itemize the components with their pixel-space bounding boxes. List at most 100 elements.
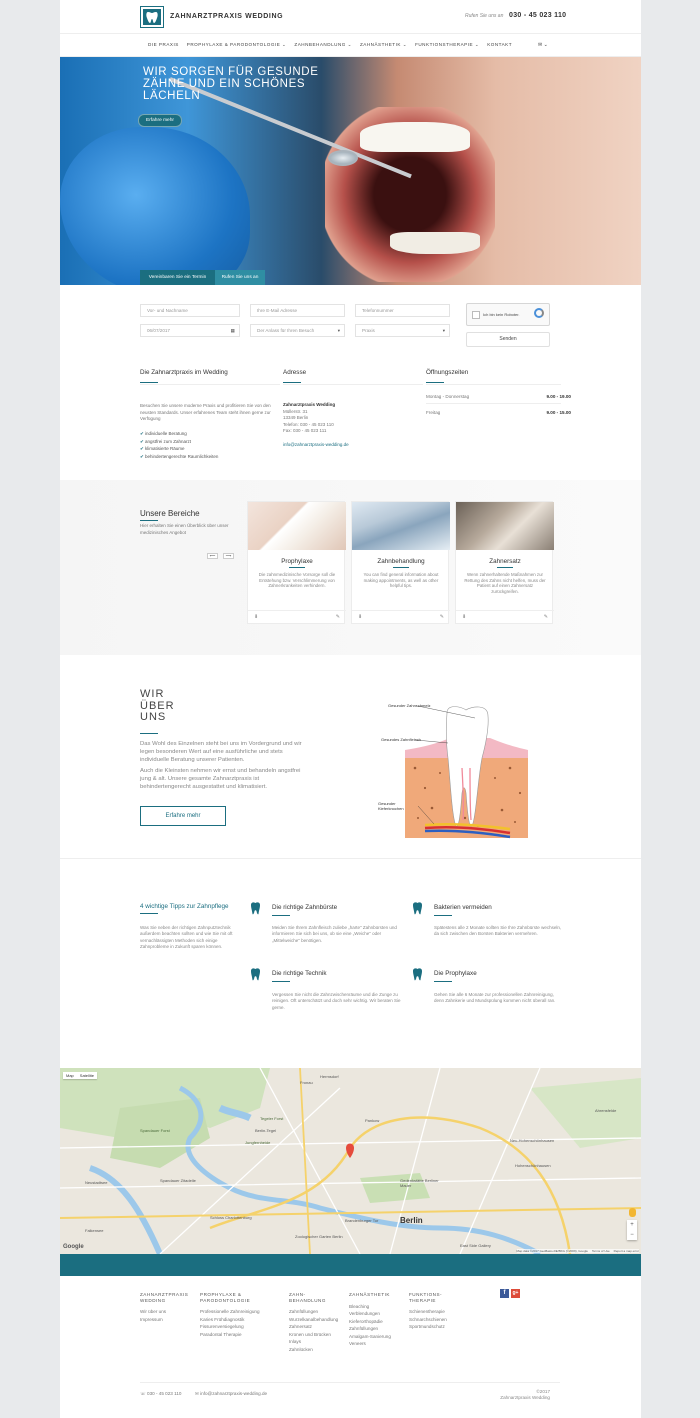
footer-link[interactable]: Fissurenversiegelung (200, 1323, 275, 1331)
diagram-label: Gesundes Zahnfleisch (381, 737, 421, 742)
logo-icon[interactable] (141, 7, 163, 27)
mail-icon[interactable]: ✉ ⌄ (538, 42, 548, 48)
date-input[interactable]: 06/07/2017 ▦ (140, 324, 240, 337)
pegman-icon[interactable] (629, 1208, 636, 1217)
footer-link[interactable]: Schnarchschienen (409, 1316, 464, 1324)
map-tab-satellite[interactable]: Satellite (80, 1073, 94, 1078)
nav-item-praxis[interactable]: Die Praxis (144, 42, 183, 48)
footer-link[interactable]: Paradontal Therapie (200, 1331, 275, 1339)
map-type-control[interactable]: Map Satellite (63, 1072, 98, 1079)
tab-appointment[interactable]: Vereinbaren Sie ein Termin (140, 270, 215, 285)
map-label: Spandauer Zitadelle (160, 1178, 196, 1183)
reason-select[interactable]: Der Anlass für Ihren Besuch ▾ (250, 324, 345, 337)
footer-list: Zahnfüllungen Wurzelkanalbehandlung Zahn… (289, 1308, 344, 1353)
nav-item-prophylaxe[interactable]: Prophylaxe & Parodontologie ⌄ (183, 42, 291, 48)
footer-link[interactable]: Verblendungen (349, 1310, 404, 1318)
edit-icon[interactable]: ✎ (544, 614, 548, 620)
download-icon[interactable]: ⬇ (254, 614, 258, 620)
zoom-out-button[interactable]: − (627, 1230, 637, 1240)
header-phone[interactable]: 030 - 45 023 110 (509, 12, 566, 19)
footer-link[interactable]: Inlays (289, 1338, 344, 1346)
chevron-down-icon: ▾ (442, 328, 445, 333)
footer-email[interactable]: ✉ info@zahnarztpraxis-wedding.de (195, 1391, 267, 1397)
card-image (456, 502, 554, 550)
terms-link[interactable]: Terms of Use (592, 1249, 610, 1253)
title-underline (140, 733, 158, 734)
footer-link[interactable]: Zahnersatz (289, 1323, 344, 1331)
footer-link[interactable]: Veneers (349, 1340, 404, 1348)
footer-link[interactable]: Kronen und Brücken (289, 1331, 344, 1339)
phone-input[interactable]: Telefonnummer (355, 304, 450, 317)
nav-item-kontakt[interactable]: Kontakt (483, 42, 516, 48)
download-icon[interactable]: ⬇ (462, 614, 466, 620)
google-plus-icon[interactable]: g+ (511, 1289, 520, 1298)
copyright: ©2017 Zahnarztpraxis Wedding (490, 1389, 550, 1401)
nav-item-zahnaesthetik[interactable]: Zahnästhetik ⌄ (356, 42, 411, 48)
about-paragraph: Auch die Kleinsten nehmen wir ernst und … (140, 768, 301, 790)
title-underline (497, 567, 513, 568)
recaptcha-label: Ich bin kein Roboter. (483, 312, 520, 317)
logo-text[interactable]: ZAHNARZTPRAXIS WEDDING (170, 13, 283, 20)
tooth-icon (251, 902, 260, 915)
service-card[interactable]: Prophylaxe Die zahnmedizinische Vorsorge… (247, 501, 346, 624)
tab-call[interactable]: Rufen Sie uns an (215, 270, 265, 285)
map-attribution: Map data ©2017 GeoBasis-DE/BKG (©2009), … (516, 1249, 639, 1253)
map-label: Tegeler Forst (260, 1116, 284, 1121)
service-card[interactable]: Zahnersatz Wenn zahnerhaltende Maßnahmen… (455, 501, 554, 624)
map-tab-map[interactable]: Map (66, 1073, 74, 1078)
facebook-icon[interactable]: f (500, 1289, 509, 1298)
footer-phone[interactable]: ☏ 030 - 45 023 110 (140, 1391, 181, 1397)
name-input[interactable]: Vor- und Nachname (140, 304, 240, 317)
nav-item-funktionstherapie[interactable]: Funktionstherapie ⌄ (411, 42, 483, 48)
footer-link[interactable]: Wir über uns (140, 1308, 188, 1316)
footer-link[interactable]: Impressum (140, 1316, 188, 1324)
footer-link[interactable]: Amalgam-Sanierung (349, 1333, 404, 1341)
footer-link[interactable]: Zahnlücken (289, 1346, 344, 1354)
service-card[interactable]: Zahnbehandlung You can find general info… (351, 501, 450, 624)
divider (426, 384, 561, 385)
footer-link[interactable]: Zahnfüllungen (289, 1308, 344, 1316)
next-arrow-button[interactable]: ⟶ (223, 553, 234, 559)
location-select[interactable]: Praxis ▾ (355, 324, 450, 337)
hero-button[interactable]: Erfahre mehr (138, 114, 182, 127)
footer-link[interactable]: Sportmundschutz (409, 1323, 464, 1331)
zoom-in-button[interactable]: + (627, 1220, 637, 1230)
card-text: Die zahnmedizinische Vorsorge soll die E… (258, 572, 336, 589)
map[interactable]: Map Satellite Tegeler Forst Spandauer Fo… (60, 1068, 641, 1254)
edit-icon[interactable]: ✎ (440, 614, 444, 620)
recaptcha[interactable]: Ich bin kein Roboter. (466, 303, 550, 326)
address-email-link[interactable]: info@zahnarztpraxis-wedding.de (283, 442, 413, 449)
send-button[interactable]: Senden (466, 332, 550, 347)
about-button[interactable]: Erfahre mehr (140, 806, 226, 826)
prev-arrow-button[interactable]: ⟵ (207, 553, 218, 559)
footer-link[interactable]: Bleaching (349, 1303, 404, 1311)
address-title: Adresse (283, 369, 307, 376)
map-label: Brandenburger Tor (345, 1218, 379, 1223)
download-icon[interactable]: ⬇ (358, 614, 362, 620)
recaptcha-checkbox[interactable] (472, 311, 480, 319)
divider (426, 403, 561, 404)
email-input[interactable]: Ihre E-Mail Adresse (250, 304, 345, 317)
footer-link[interactable]: Karies Frühdiagnostik (200, 1316, 275, 1324)
footer-link[interactable]: Wurzelkanalbehandlung (289, 1316, 344, 1324)
map-label: Fronau (300, 1080, 313, 1085)
hours-day: Freitag (426, 410, 441, 415)
card-footer: ⬇ ✎ (352, 610, 450, 623)
card-image (248, 502, 346, 550)
map-canvas[interactable] (60, 1068, 641, 1254)
chevron-down-icon: ▾ (337, 328, 340, 333)
card-text: Wenn zahnerhaltende Maßnahmen zur Rettun… (464, 572, 546, 594)
report-link[interactable]: Report a map error (614, 1249, 639, 1253)
location-value: Praxis (362, 328, 375, 333)
nav-item-zahnbehandlung[interactable]: Zahnbehandlung ⌄ (290, 42, 356, 48)
edit-icon[interactable]: ✎ (336, 614, 340, 620)
divider (60, 858, 641, 859)
footer-link[interactable]: Professionelle Zahnreinigung (200, 1308, 275, 1316)
footer-link[interactable]: Kieferorthopädie (349, 1318, 404, 1326)
footer-heading: Funktions-therapie (409, 1292, 443, 1303)
tip-title: Die Prophylaxe (434, 970, 477, 977)
footer-col: Prophylaxe & Parodontologie Professionel… (200, 1292, 275, 1338)
footer-link[interactable]: Zahnfüllungen (349, 1325, 404, 1333)
map-label: Schloss Charlottenburg (210, 1215, 252, 1220)
footer-link[interactable]: Schienentherapie (409, 1308, 464, 1316)
